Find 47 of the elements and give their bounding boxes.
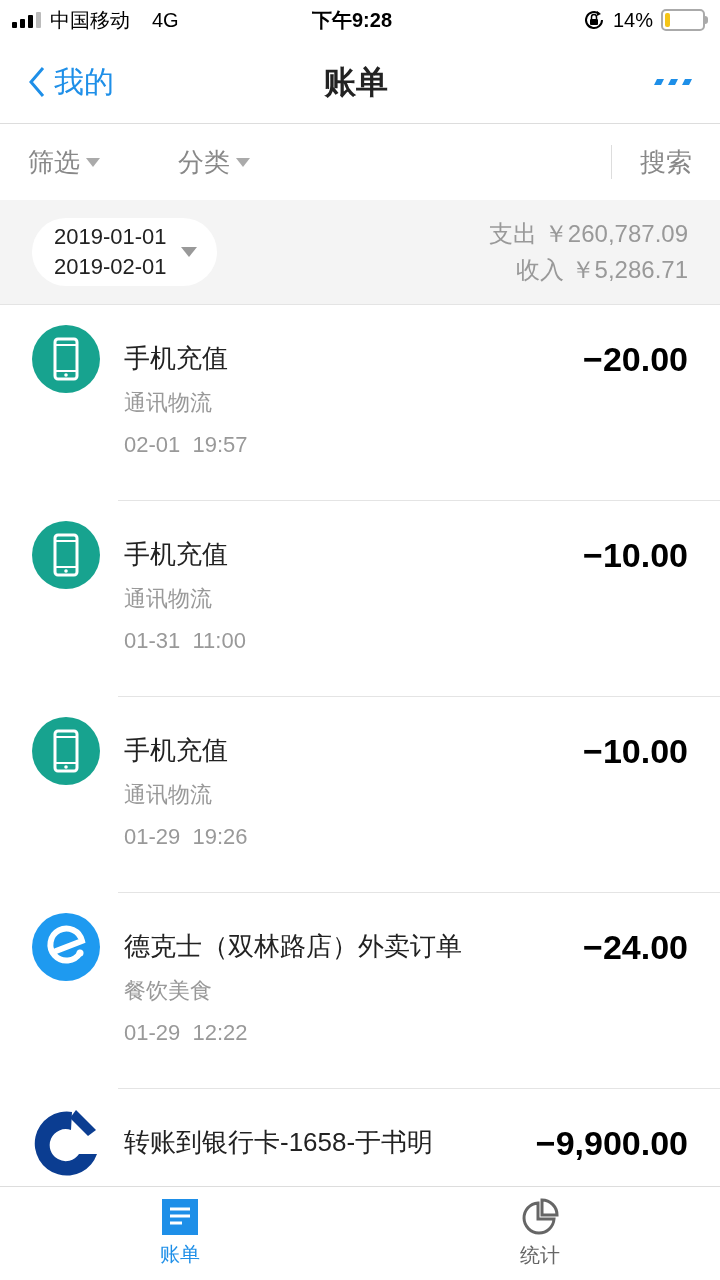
battery-icon	[661, 9, 708, 31]
carrier-name: 中国移动	[50, 8, 130, 33]
phone-icon	[32, 325, 100, 393]
network-type: 4G	[152, 8, 179, 33]
caret-icon	[86, 157, 100, 167]
pie-chart-icon	[521, 1197, 559, 1236]
summary-total: 收入 ￥5,286.71	[515, 255, 688, 285]
transaction-amount: −9,900.00	[535, 1123, 688, 1164]
caret-icon	[236, 157, 250, 167]
bank-logo-icon	[32, 1109, 100, 1177]
transaction-time: 01-31 11:00	[124, 627, 247, 655]
transaction-category: 餐饮美食	[124, 977, 213, 1005]
summary-total: 支出 ￥260,787.09	[489, 219, 688, 249]
transaction-amount: −24.00	[583, 927, 688, 968]
caret-icon	[180, 247, 197, 257]
search-button[interactable]: 搜索	[640, 142, 692, 182]
e-logo-icon	[32, 913, 100, 981]
filter-dropdown[interactable]: 筛选	[28, 142, 100, 182]
page-title: 账单	[324, 62, 388, 102]
transaction-category: 通讯物流	[124, 781, 213, 809]
signal-icon	[12, 12, 42, 28]
battery-percent: 14%	[612, 8, 653, 33]
back-link[interactable]: 我的	[28, 59, 114, 104]
rotation-lock-icon	[582, 9, 605, 31]
tab-button[interactable]: 账单	[0, 1187, 360, 1280]
back-chevron-icon	[28, 65, 46, 98]
transaction-category: 通讯物流	[124, 389, 213, 417]
transaction-time: 01-29 12:22	[124, 1019, 249, 1047]
tab-button[interactable]: 统计	[360, 1187, 720, 1280]
more-icon[interactable]	[652, 76, 692, 87]
status-time: 下午9:28	[312, 8, 393, 33]
document-icon	[162, 1198, 198, 1235]
phone-icon	[32, 717, 100, 785]
transaction-title: 手机充值	[124, 734, 229, 767]
transaction-time: 01-29 19:26	[124, 823, 249, 851]
transaction-title: 转账到银行卡-1658-于书明	[124, 1126, 435, 1159]
date-range-picker[interactable]: 2019-01-01 2019-02-01	[32, 218, 217, 286]
transaction-amount: −20.00	[583, 339, 688, 380]
transaction-time: 02-01 19:57	[124, 431, 249, 459]
transaction-amount: −10.00	[583, 731, 688, 772]
transaction-category: 通讯物流	[124, 585, 213, 613]
filter-dropdown[interactable]: 分类	[178, 142, 250, 182]
transaction-amount: −10.00	[583, 535, 688, 576]
transaction-title: 手机充值	[124, 342, 229, 375]
transaction-title: 手机充值	[124, 538, 229, 571]
phone-icon	[32, 521, 100, 589]
transaction-title: 德克士（双林路店）外卖订单	[124, 930, 463, 963]
